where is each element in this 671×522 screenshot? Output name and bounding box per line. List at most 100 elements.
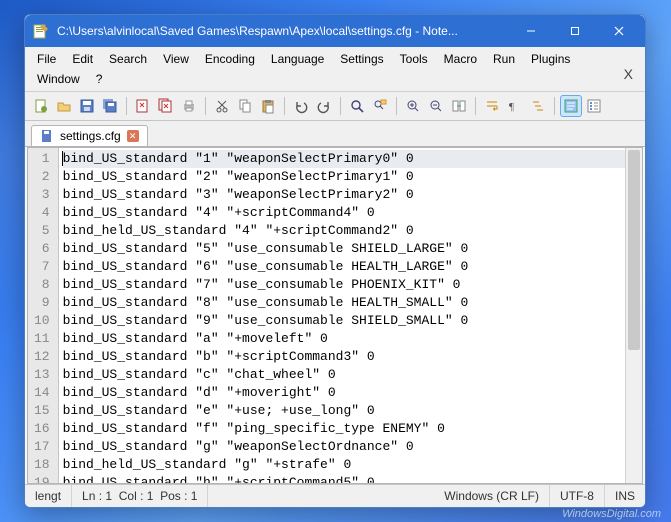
function-list-icon[interactable] <box>584 96 604 116</box>
scrollbar-thumb[interactable] <box>628 150 640 350</box>
line-number: 9 <box>34 294 50 312</box>
file-tab[interactable]: settings.cfg ✕ <box>31 125 148 146</box>
line-number: 6 <box>34 240 50 258</box>
zoom-in-icon[interactable] <box>403 96 423 116</box>
code-area[interactable]: bind_US_standard "1" "weaponSelectPrimar… <box>59 148 642 483</box>
line-number: 5 <box>34 222 50 240</box>
find-icon[interactable] <box>347 96 367 116</box>
code-line[interactable]: bind_US_standard "a" "+moveleft" 0 <box>63 330 638 348</box>
code-line[interactable]: bind_US_standard "2" "weaponSelectPrimar… <box>63 168 638 186</box>
code-line[interactable]: bind_held_US_standard "4" "+scriptComman… <box>63 222 638 240</box>
indent-guide-icon[interactable] <box>528 96 548 116</box>
code-line[interactable]: bind_US_standard "5" "use_consumable SHI… <box>63 240 638 258</box>
sync-scroll-icon[interactable] <box>449 96 469 116</box>
code-line[interactable]: bind_US_standard "9" "use_consumable SHI… <box>63 312 638 330</box>
code-line[interactable]: bind_US_standard "8" "use_consumable HEA… <box>63 294 638 312</box>
window-title: C:\Users\alvinlocal\Saved Games\Respawn\… <box>57 24 509 38</box>
line-number: 17 <box>34 438 50 456</box>
new-file-icon[interactable] <box>31 96 51 116</box>
maximize-button[interactable] <box>553 17 597 45</box>
doc-map-icon[interactable] <box>561 96 581 116</box>
menubar: FileEditSearchViewEncodingLanguageSettin… <box>25 47 645 92</box>
menu-encoding[interactable]: Encoding <box>197 49 263 69</box>
zoom-out-icon[interactable] <box>426 96 446 116</box>
code-line[interactable]: bind_US_standard "3" "weaponSelectPrimar… <box>63 186 638 204</box>
line-number: 2 <box>34 168 50 186</box>
toolbar-separator <box>396 97 397 115</box>
code-line[interactable]: bind_US_standard "c" "chat_wheel" 0 <box>63 366 638 384</box>
app-icon <box>33 23 49 39</box>
line-number: 11 <box>34 330 50 348</box>
titlebar[interactable]: C:\Users\alvinlocal\Saved Games\Respawn\… <box>25 15 645 47</box>
cut-icon[interactable] <box>212 96 232 116</box>
code-line[interactable]: bind_US_standard "d" "+moveright" 0 <box>63 384 638 402</box>
code-line[interactable]: bind_US_standard "6" "use_consumable HEA… <box>63 258 638 276</box>
menu-file[interactable]: File <box>29 49 64 69</box>
copy-icon[interactable] <box>235 96 255 116</box>
statusbar: lengt Ln : 1 Col : 1 Pos : 1 Windows (CR… <box>25 484 645 507</box>
line-number: 16 <box>34 420 50 438</box>
toolbar-separator <box>340 97 341 115</box>
open-file-icon[interactable] <box>54 96 74 116</box>
line-number: 1 <box>34 150 50 168</box>
close-button[interactable] <box>597 17 641 45</box>
paste-icon[interactable] <box>258 96 278 116</box>
save-all-icon[interactable] <box>100 96 120 116</box>
menu-view[interactable]: View <box>155 49 197 69</box>
wordwrap-icon[interactable] <box>482 96 502 116</box>
status-eol: Windows (CR LF) <box>434 485 550 507</box>
close-all-icon[interactable] <box>156 96 176 116</box>
menu-settings[interactable]: Settings <box>332 49 391 69</box>
menu-search[interactable]: Search <box>101 49 155 69</box>
code-line[interactable]: bind_US_standard "7" "use_consumable PHO… <box>63 276 638 294</box>
line-number: 3 <box>34 186 50 204</box>
code-line[interactable]: bind_held_US_standard "g" "+strafe" 0 <box>63 456 638 474</box>
tab-close-icon[interactable]: ✕ <box>127 130 139 142</box>
code-line[interactable]: bind_US_standard "b" "+scriptCommand3" 0 <box>63 348 638 366</box>
redo-icon[interactable] <box>314 96 334 116</box>
code-line[interactable]: bind_US_standard "4" "+scriptCommand4" 0 <box>63 204 638 222</box>
code-line[interactable]: bind_US_standard "h" "+scriptCommand5" 0 <box>63 474 638 483</box>
line-number: 13 <box>34 366 50 384</box>
save-icon[interactable] <box>77 96 97 116</box>
toolbar: ¶ <box>25 92 645 121</box>
undo-icon[interactable] <box>291 96 311 116</box>
file-icon <box>40 129 54 143</box>
line-number: 4 <box>34 204 50 222</box>
menu-edit[interactable]: Edit <box>64 49 101 69</box>
line-gutter: 123456789101112131415161718192021 <box>28 148 59 483</box>
toolbar-separator <box>205 97 206 115</box>
menu-plugins[interactable]: Plugins <box>523 49 578 69</box>
line-number: 18 <box>34 456 50 474</box>
menu-language[interactable]: Language <box>263 49 332 69</box>
code-line[interactable]: bind_US_standard "f" "ping_specific_type… <box>63 420 638 438</box>
all-chars-icon[interactable]: ¶ <box>505 96 525 116</box>
replace-icon[interactable] <box>370 96 390 116</box>
menu-run[interactable]: Run <box>485 49 523 69</box>
menu-window[interactable]: Window <box>29 69 88 89</box>
editor[interactable]: 123456789101112131415161718192021 bind_U… <box>27 147 643 484</box>
status-col: Col : 1 <box>119 489 154 503</box>
code-line[interactable]: bind_US_standard "1" "weaponSelectPrimar… <box>63 150 638 168</box>
status-line: Ln : 1 <box>82 489 112 503</box>
code-line[interactable]: bind_US_standard "g" "weaponSelectOrdnan… <box>63 438 638 456</box>
minimize-button[interactable] <box>509 17 553 45</box>
toolbar-separator <box>554 97 555 115</box>
menu-macro[interactable]: Macro <box>436 49 485 69</box>
status-insert: INS <box>605 485 645 507</box>
line-number: 10 <box>34 312 50 330</box>
menu-tools[interactable]: Tools <box>392 49 436 69</box>
toolbar-separator <box>284 97 285 115</box>
menu-help[interactable]: ? <box>88 69 111 89</box>
line-number: 19 <box>34 474 50 484</box>
toolbar-separator <box>126 97 127 115</box>
close-file-icon[interactable] <box>133 96 153 116</box>
line-number: 12 <box>34 348 50 366</box>
status-pos: Pos : 1 <box>160 489 197 503</box>
toolbar-separator <box>475 97 476 115</box>
print-icon[interactable] <box>179 96 199 116</box>
vertical-scrollbar[interactable] <box>625 148 642 483</box>
code-line[interactable]: bind_US_standard "e" "+use; +use_long" 0 <box>63 402 638 420</box>
menubar-close-icon[interactable]: X <box>620 66 637 82</box>
status-length: lengt <box>25 485 72 507</box>
